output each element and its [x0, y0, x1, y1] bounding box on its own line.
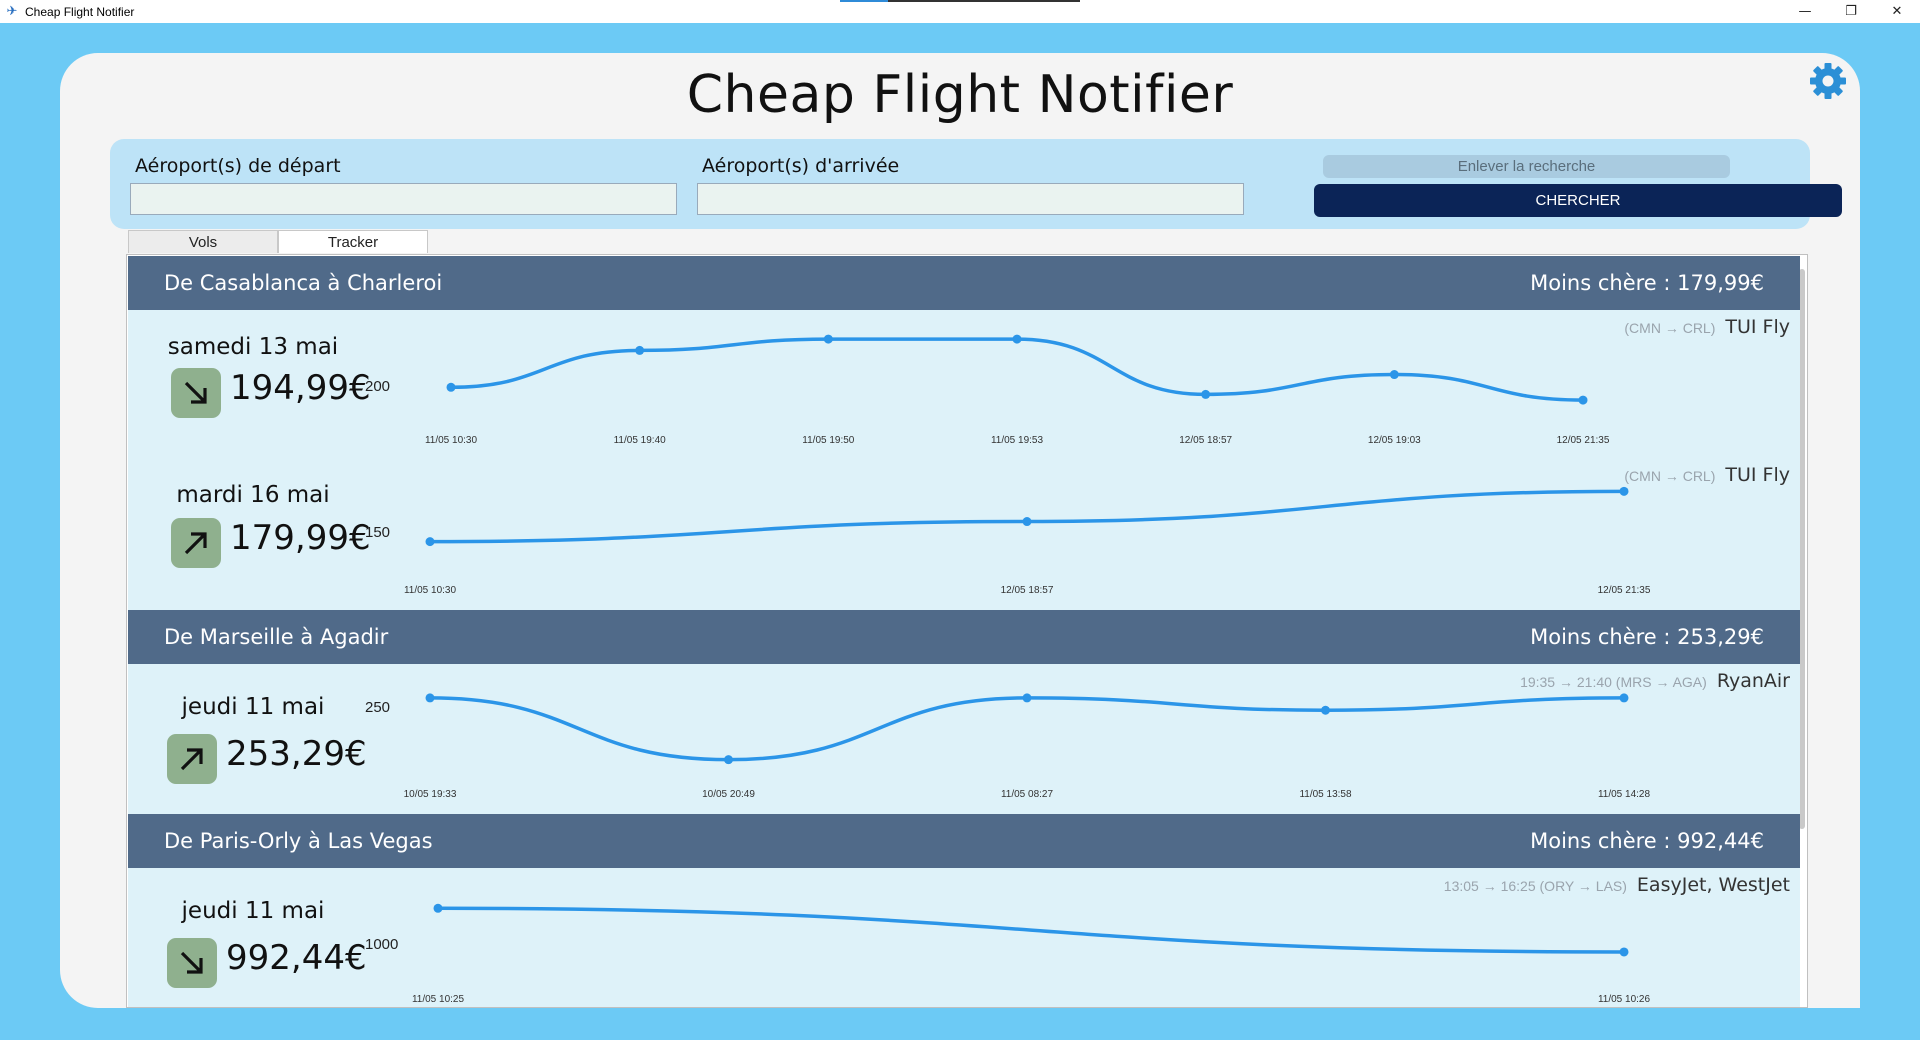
gear-icon[interactable] — [1808, 61, 1848, 101]
route-header: De Paris-Orly à Las Vegas Moins chère : … — [128, 814, 1800, 868]
price-point[interactable] — [823, 334, 833, 344]
price-point[interactable] — [1022, 517, 1032, 527]
airplane-icon: ✈ — [6, 4, 18, 19]
price-point[interactable] — [1012, 334, 1022, 344]
x-tick-label: 11/05 10:30 — [404, 585, 457, 596]
route-header: De Marseille à Agadir Moins chère : 253,… — [128, 610, 1800, 664]
x-tick-label: 11/05 14:28 — [1598, 789, 1651, 800]
price-point[interactable] — [1619, 693, 1629, 703]
app-title: Cheap Flight Notifier — [686, 65, 1234, 125]
tab-tracker[interactable]: Tracker — [278, 230, 428, 253]
price-line — [429, 489, 1625, 544]
route-cheapest: Moins chère : 179,99€ — [1530, 271, 1764, 295]
price-point[interactable] — [1321, 705, 1330, 715]
x-tick-label: 12/05 21:35 — [1557, 435, 1610, 446]
route-title: De Paris-Orly à Las Vegas — [164, 829, 433, 853]
x-tick-label: 11/05 19:40 — [614, 435, 667, 446]
x-tick-label: 11/05 10:30 — [425, 435, 478, 446]
departure-input[interactable] — [130, 183, 677, 215]
price-point[interactable] — [635, 345, 645, 355]
window-titlebar: ✈ Cheap Flight Notifier — ❐ ✕ — [0, 0, 1920, 23]
search-panel: Aéroport(s) de départ Aéroport(s) d'arri… — [110, 139, 1842, 229]
tracker-panel: De Casablanca à Charleroi Moins chère : … — [126, 254, 1808, 1008]
price-point[interactable] — [1022, 693, 1032, 703]
price-history-chart: 11/05 10:30 12/05 18:57 12/05 21:35 — [404, 486, 1651, 596]
x-tick-label: 12/05 21:35 — [1598, 585, 1651, 596]
x-tick-label: 12/05 18:57 — [1179, 435, 1232, 446]
x-tick-label: 10/05 19:33 — [404, 789, 457, 800]
price-line — [429, 696, 1625, 762]
price-line — [437, 906, 1625, 954]
x-tick-label: 11/05 19:53 — [991, 435, 1044, 446]
x-tick-label: 11/05 10:26 — [1598, 994, 1651, 1005]
route-title: De Casablanca à Charleroi — [164, 271, 443, 295]
price-history-chart: 11/05 10:25 11/05 10:26 — [412, 903, 1651, 1005]
price-history-chart: 11/05 10:30 11/05 19:40 11/05 19:50 11/05 1… — [425, 334, 1610, 446]
price-point[interactable] — [724, 755, 733, 765]
minimize-button[interactable]: — — [1782, 0, 1828, 23]
main-card: Cheap Flight Notifier Aéroport(s) de dép… — [60, 53, 1860, 1008]
price-line — [450, 337, 1584, 402]
close-button[interactable]: ✕ — [1874, 0, 1920, 23]
price-point[interactable] — [433, 903, 443, 913]
route-header: De Casablanca à Charleroi Moins chère : … — [128, 256, 1800, 310]
price-point[interactable] — [1578, 395, 1588, 405]
x-tick-label: 11/05 13:58 — [1299, 789, 1352, 800]
x-tick-label: 10/05 20:49 — [702, 789, 755, 800]
clear-search-button[interactable]: Enlever la recherche — [1323, 155, 1730, 178]
x-tick-label: 11/05 10:25 — [412, 994, 465, 1005]
flight-row: (CMN → CRL) TUI Fly mardi 16 mai 179,99€… — [128, 460, 1800, 610]
tab-bar: Vols Tracker — [128, 230, 428, 254]
price-point[interactable] — [425, 693, 435, 703]
price-point[interactable] — [1389, 370, 1399, 380]
x-tick-label: 12/05 19:03 — [1368, 435, 1421, 446]
x-tick-label: 12/05 18:57 — [1001, 585, 1054, 596]
price-point[interactable] — [1201, 389, 1211, 399]
arrival-label: Aéroport(s) d'arrivée — [702, 155, 900, 177]
route-cheapest: Moins chère : 992,44€ — [1530, 829, 1764, 853]
window-title: Cheap Flight Notifier — [25, 4, 135, 19]
restore-button[interactable]: ❐ — [1828, 0, 1874, 23]
price-point[interactable] — [1619, 486, 1629, 496]
price-point[interactable] — [425, 537, 435, 547]
arrival-input[interactable] — [697, 183, 1244, 215]
flight-row: (CMN → CRL) TUI Fly samedi 13 mai 194,99… — [128, 310, 1800, 460]
price-point[interactable] — [1619, 947, 1629, 957]
flight-row: 19:35 → 21:40 (MRS → AGA) RyanAir jeudi … — [128, 664, 1800, 814]
price-point[interactable] — [446, 382, 456, 392]
price-history-chart: 10/05 19:33 10/05 20:49 11/05 08:27 11/05 1… — [404, 693, 1651, 800]
flight-row: 13:05 → 16:25 (ORY → LAS) EasyJet, WestJ… — [128, 868, 1800, 1007]
x-tick-label: 11/05 08:27 — [1001, 789, 1054, 800]
x-tick-label: 11/05 19:50 — [802, 435, 855, 446]
departure-label: Aéroport(s) de départ — [135, 155, 341, 177]
search-button[interactable]: CHERCHER — [1314, 184, 1842, 217]
tab-vols[interactable]: Vols — [128, 230, 278, 253]
route-title: De Marseille à Agadir — [164, 625, 389, 649]
route-cheapest: Moins chère : 253,29€ — [1530, 625, 1764, 649]
titlebar-progress-strip — [840, 0, 1080, 2]
